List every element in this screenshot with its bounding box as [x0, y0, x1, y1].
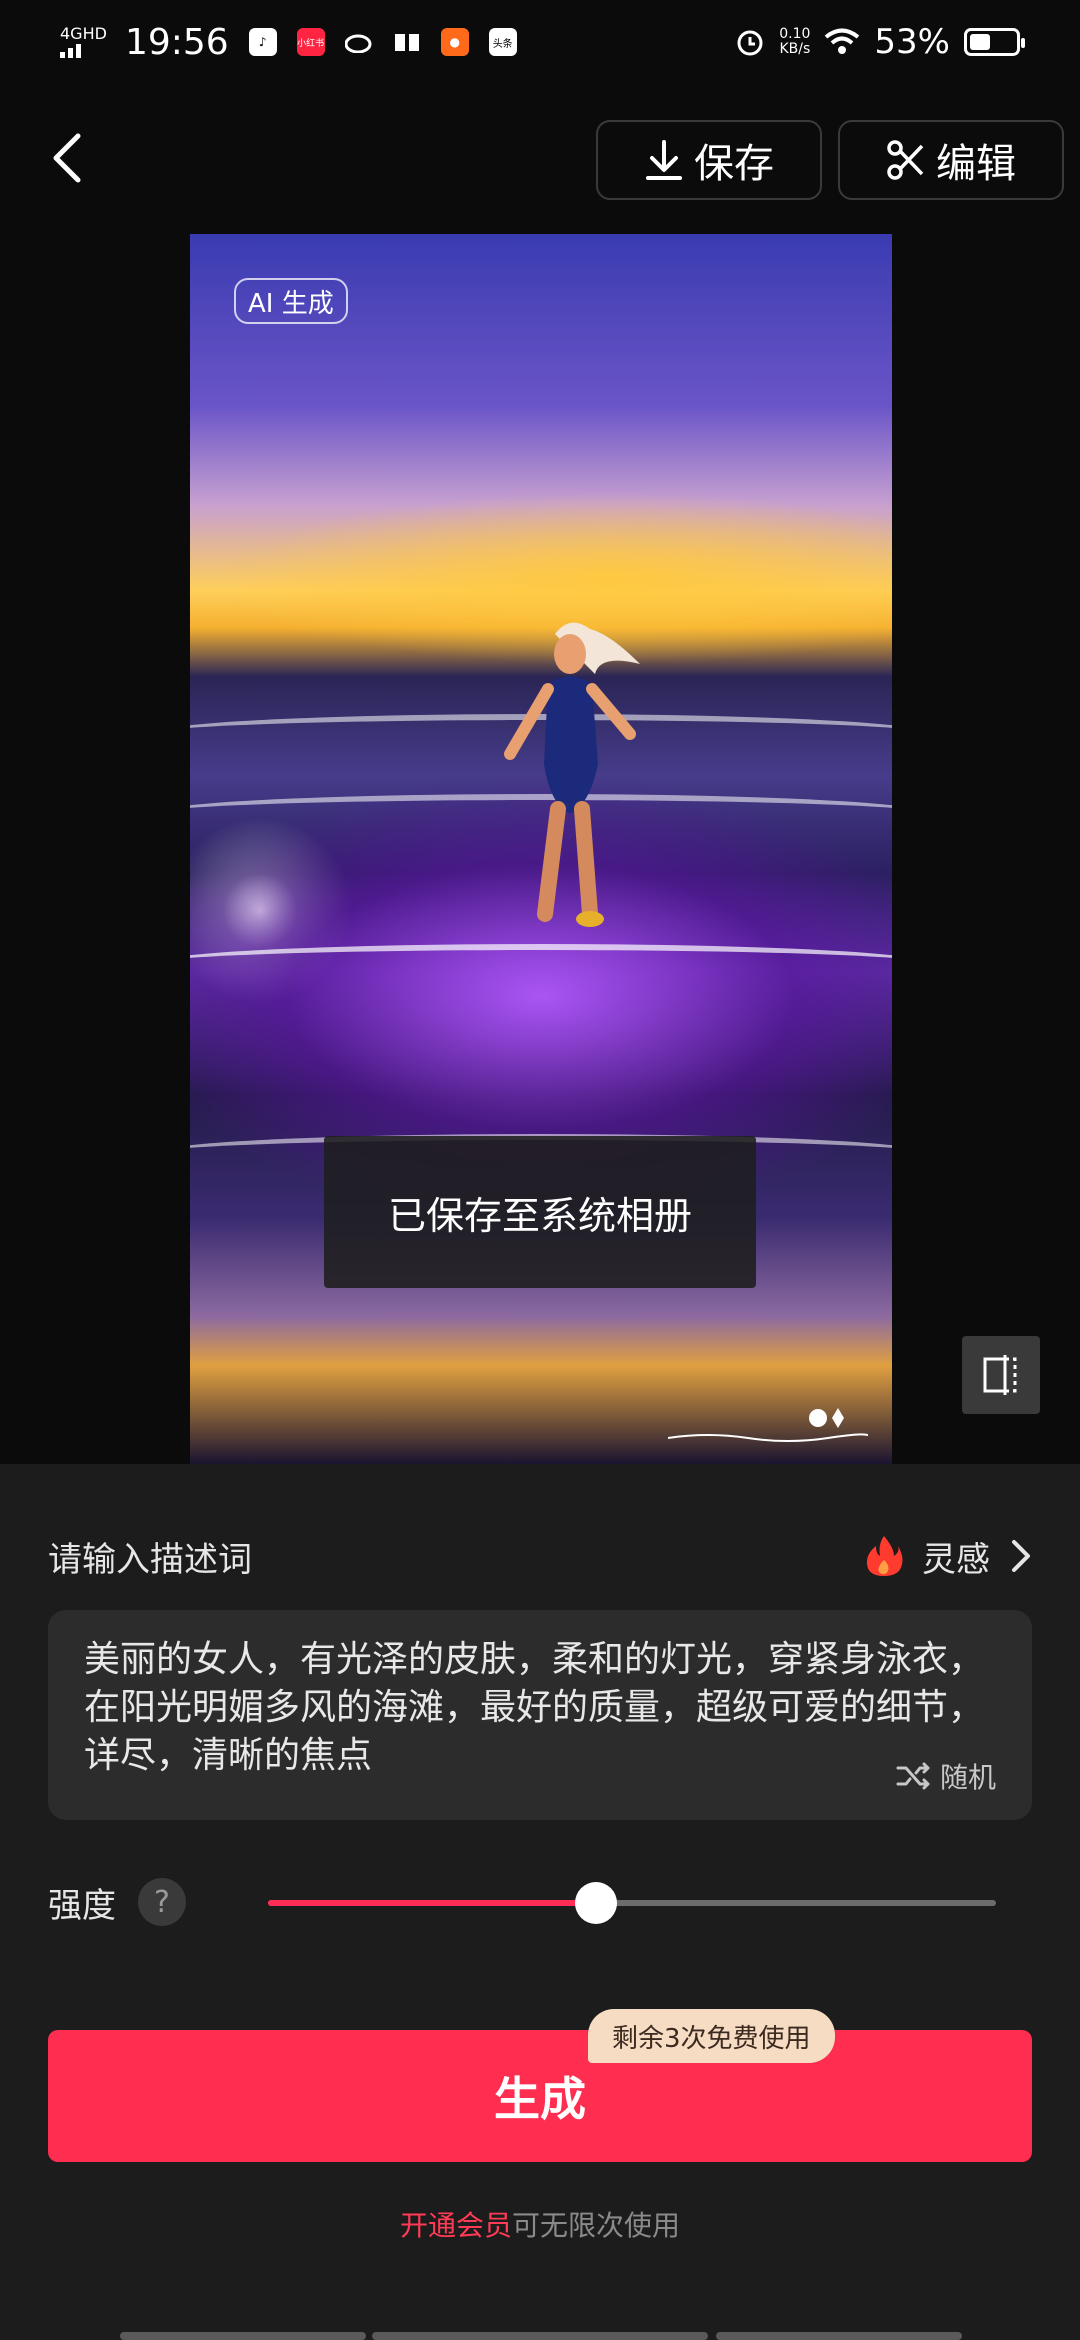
chevron-left-icon [53, 133, 81, 183]
slider-thumb[interactable] [574, 1882, 617, 1924]
network-type: 4GHD [60, 24, 107, 43]
toutiao-label: 头条 [492, 38, 513, 50]
free-uses-badge: 剩余3次免费使用 [588, 2009, 835, 2063]
battery-icon [964, 28, 1025, 56]
status-bar: 4GHD 19:56 ♪ 小红书 ● 头条 0.10 KB/s 53% [0, 0, 1080, 84]
top-nav: 保存 编辑 [0, 110, 1080, 200]
book-icon [393, 28, 421, 56]
xiaohongshu-icon: 小红书 [296, 28, 325, 56]
shuffle-icon [896, 1762, 930, 1790]
generate-button[interactable]: 生成 [48, 2030, 1032, 2162]
strength-slider[interactable] [268, 1882, 996, 1924]
fire-icon [866, 1536, 903, 1576]
network-speed-unit: KB/s [779, 41, 811, 57]
membership-text: 可无限次使用 [512, 2209, 681, 2242]
alarm-icon [737, 30, 763, 56]
battery-fill [970, 34, 991, 50]
xiaohongshu-label: 小红书 [297, 38, 325, 49]
compare-button[interactable] [962, 1336, 1040, 1414]
kuaishou-icon: ● [440, 28, 469, 56]
prompt-panel: 请输入描述词 灵感 美丽的女人，有光泽的皮肤，柔和的灯光，穿紧身泳衣，在阳光明媚… [0, 1464, 1080, 2340]
clock: 19:56 [124, 21, 229, 63]
generate-label: 生成 [494, 2072, 586, 2126]
strength-label: 强度 [48, 1886, 116, 1926]
slider-fill [268, 1900, 596, 1906]
prompt-input[interactable]: 美丽的女人，有光泽的皮肤，柔和的灯光，穿紧身泳衣，在阳光明媚多风的海滩，最好的质… [48, 1610, 1032, 1820]
membership-line: 开通会员可无限次使用 [0, 2204, 1080, 2244]
compare-icon [983, 1355, 1017, 1395]
save-label: 保存 [694, 141, 774, 187]
toutiao-icon: 头条 [488, 28, 517, 56]
edit-button[interactable]: 编辑 [838, 120, 1064, 200]
edit-label: 编辑 [936, 141, 1016, 187]
network-indicator: 4GHD [60, 26, 107, 58]
gesture-bar-segment [716, 2332, 962, 2340]
save-button[interactable]: 保存 [596, 120, 822, 200]
chevron-right-icon [1012, 1540, 1030, 1572]
inspiration-label: 灵感 [922, 1539, 990, 1580]
scissors-icon [887, 140, 924, 180]
back-button[interactable] [48, 128, 98, 188]
random-label: 随机 [939, 1761, 996, 1794]
prompt-text[interactable]: 美丽的女人，有光泽的皮肤，柔和的灯光，穿紧身泳衣，在阳光明媚多风的海滩，最好的质… [84, 1636, 996, 1776]
membership-link[interactable]: 开通会员 [400, 2209, 512, 2242]
prompt-header: 请输入描述词 灵感 [48, 1530, 1032, 1582]
wifi-icon [825, 28, 860, 54]
signature-watermark [668, 1408, 868, 1442]
strength-row: 强度 ? [48, 1868, 1032, 1938]
help-icon[interactable]: ? [138, 1878, 186, 1926]
gesture-bar-segment [372, 2332, 708, 2340]
download-icon [646, 140, 682, 180]
figure-illustration [504, 622, 640, 927]
battery-percent: 53% [874, 22, 950, 62]
random-button[interactable]: 随机 [885, 1756, 996, 1796]
gesture-bar [0, 2332, 1080, 2340]
ai-generated-badge: AI 生成 [234, 278, 348, 324]
wave-decoration [190, 944, 892, 984]
saved-toast: 已保存至系统相册 [324, 1136, 756, 1288]
gesture-bar-segment [120, 2332, 366, 2340]
tiktok-icon: ♪ [248, 28, 277, 56]
weibo-icon [344, 28, 373, 56]
inspiration-button[interactable]: 灵感 [864, 1532, 1032, 1581]
network-speed: 0.10 KB/s [779, 27, 810, 57]
signal-icon [60, 44, 81, 58]
network-speed-value: 0.10 [779, 26, 811, 42]
prompt-label: 请输入描述词 [48, 1539, 252, 1580]
